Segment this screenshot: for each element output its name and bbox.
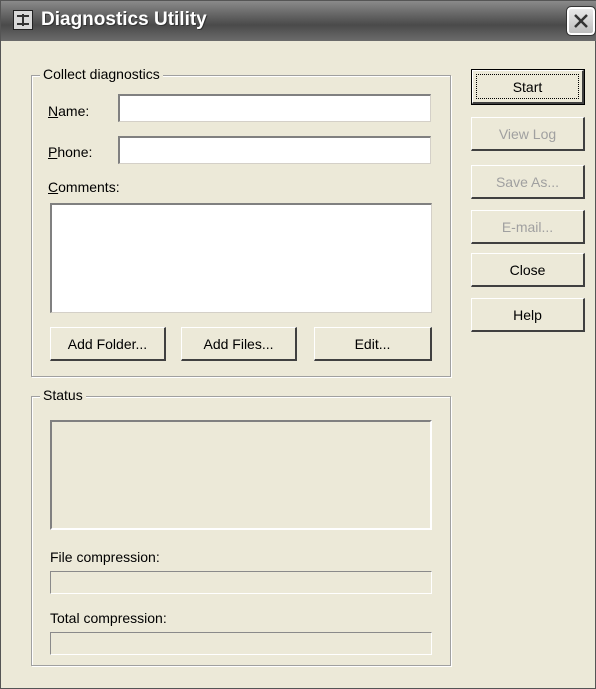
save-as-label: Save As...: [495, 173, 560, 190]
close-button[interactable]: Close: [471, 253, 585, 287]
add-files-label: Add Files...: [203, 335, 274, 352]
close-window-button[interactable]: [566, 6, 596, 36]
app-icon[interactable]: [13, 10, 33, 30]
status-display: [50, 420, 432, 530]
diagnostics-utility-window: Diagnostics Utility Collect diagnostics …: [0, 0, 596, 689]
add-folder-button[interactable]: Add Folder...: [50, 327, 166, 361]
file-compression-label: File compression:: [50, 549, 160, 565]
add-files-button[interactable]: Add Files...: [181, 327, 297, 361]
name-input[interactable]: [118, 94, 431, 122]
view-log-button[interactable]: View Log: [471, 117, 585, 151]
total-compression-label: Total compression:: [50, 610, 167, 626]
total-compression-progress-bar: [50, 632, 432, 655]
close-x-icon: [574, 14, 588, 28]
phone-input[interactable]: [118, 136, 431, 164]
start-button[interactable]: Start: [471, 69, 585, 105]
add-folder-label: Add Folder...: [67, 335, 148, 352]
view-log-label: View Log: [498, 125, 557, 142]
email-label: E-mail...: [501, 218, 554, 235]
email-button[interactable]: E-mail...: [471, 210, 585, 244]
title-bar[interactable]: Diagnostics Utility: [1, 1, 596, 41]
save-as-button[interactable]: Save As...: [471, 165, 585, 199]
help-label: Help: [513, 306, 542, 323]
close-label: Close: [509, 261, 546, 278]
collect-diagnostics-legend: Collect diagnostics: [40, 66, 163, 82]
window-title: Diagnostics Utility: [41, 9, 207, 30]
help-button[interactable]: Help: [471, 298, 585, 332]
edit-label: Edit...: [354, 335, 391, 352]
focus-rectangle: [476, 74, 579, 99]
phone-label: Phone:: [48, 144, 93, 160]
comments-label: Comments:: [48, 179, 120, 195]
status-legend: Status: [40, 387, 86, 403]
comments-textarea[interactable]: [50, 203, 432, 313]
name-label: Name:: [48, 103, 90, 119]
edit-button[interactable]: Edit...: [314, 327, 432, 361]
file-compression-progress-bar: [50, 571, 432, 594]
